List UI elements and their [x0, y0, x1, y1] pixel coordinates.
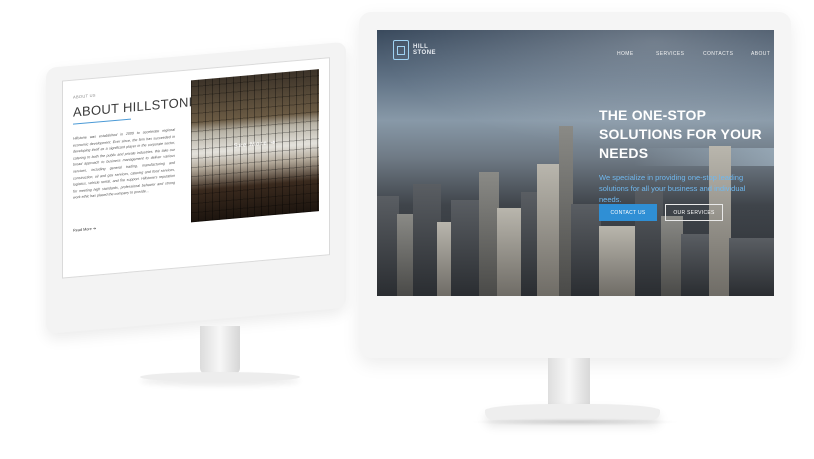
- building: [479, 172, 499, 296]
- contact-us-button[interactable]: CONTACT US: [599, 204, 657, 221]
- building: [709, 146, 731, 296]
- about-body-text: Hillstone was established in 2009 to acc…: [73, 127, 175, 200]
- building: [537, 164, 561, 296]
- hillstone-logo-icon: [393, 40, 409, 60]
- hillstone-logo[interactable]: HILL STONE: [393, 40, 436, 60]
- title-underline: [73, 118, 131, 125]
- left-monitor-stand: [200, 326, 240, 374]
- nav-contacts[interactable]: CONTACTS: [703, 51, 733, 57]
- read-more-label: Read More: [73, 226, 92, 233]
- left-monitor-base: [140, 372, 300, 382]
- arrow-right-icon: ➔: [92, 226, 97, 231]
- our-services-button[interactable]: OUR SERVICES: [665, 204, 723, 221]
- left-monitor-frame: ABOUT US ABOUT HILLSTONE Hillstone was e…: [46, 41, 346, 334]
- about-page-screen: ABOUT US ABOUT HILLSTONE Hillstone was e…: [62, 57, 330, 279]
- building: [451, 200, 481, 296]
- arrow-right-icon: ➔: [270, 139, 277, 147]
- building: [729, 238, 774, 296]
- home-page-screen: HILL STONE HOME SERVICES CONTACTS ABOUT …: [377, 30, 774, 296]
- breadcrumb: ABOUT US: [73, 92, 96, 100]
- read-more-link[interactable]: Read More ➔: [73, 226, 96, 233]
- logo-line-2: STONE: [413, 50, 437, 56]
- building-photo: See More ➔: [191, 69, 319, 223]
- building: [377, 196, 399, 296]
- nav-about[interactable]: ABOUT: [751, 51, 770, 57]
- right-monitor-frame: HILL STONE HOME SERVICES CONTACTS ABOUT …: [359, 12, 791, 358]
- building: [599, 226, 637, 296]
- building: [571, 204, 601, 296]
- nav-home[interactable]: HOME: [617, 51, 634, 57]
- building: [497, 208, 523, 296]
- building: [681, 234, 711, 296]
- hero-title: THE ONE-STOP SOLUTIONS FOR YOUR NEEDS: [599, 107, 762, 161]
- building: [661, 216, 683, 296]
- nav-services[interactable]: SERVICES: [656, 51, 684, 57]
- floor-shadow: [470, 418, 680, 426]
- hero-subtitle: We specialize in providing one-stop lead…: [599, 173, 746, 204]
